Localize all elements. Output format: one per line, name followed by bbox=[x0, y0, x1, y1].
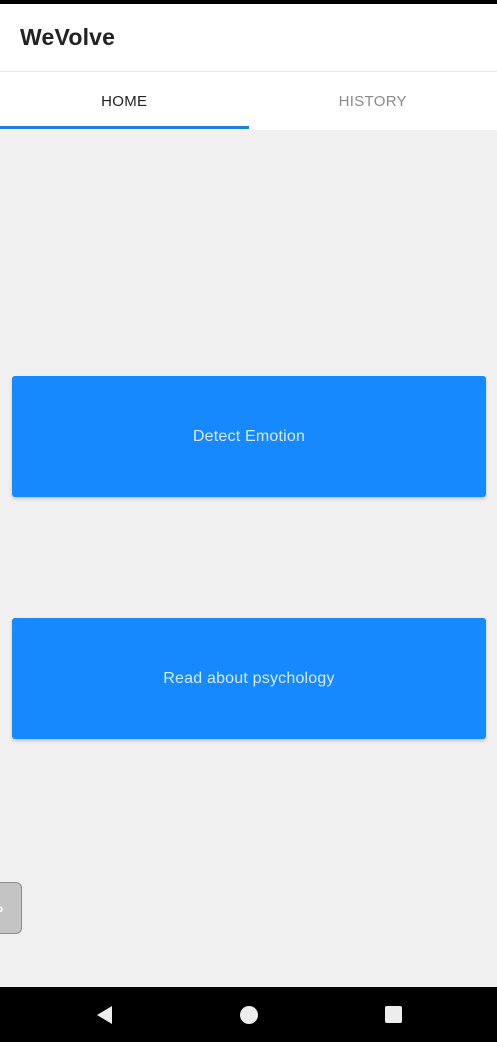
back-button[interactable] bbox=[74, 987, 134, 1042]
recent-square-icon bbox=[384, 1006, 402, 1023]
detect-emotion-button[interactable]: Detect Emotion bbox=[12, 376, 486, 497]
side-drawer-handle[interactable]: › bbox=[0, 882, 22, 934]
home-button[interactable] bbox=[219, 987, 279, 1042]
home-circle-icon bbox=[240, 1005, 258, 1024]
tab-history[interactable]: HISTORY bbox=[249, 72, 497, 130]
chevron-right-icon: › bbox=[0, 900, 4, 916]
system-navigation-bar bbox=[0, 987, 497, 1042]
tab-home[interactable]: HOME bbox=[0, 72, 249, 130]
tab-active-indicator bbox=[0, 126, 249, 129]
app-bar: WeVolve bbox=[0, 4, 497, 72]
app-title: WeVolve bbox=[20, 24, 116, 50]
home-content: Detect Emotion Read about psychology bbox=[0, 130, 497, 987]
read-psychology-button[interactable]: Read about psychology bbox=[12, 618, 486, 739]
recent-apps-button[interactable] bbox=[363, 987, 423, 1042]
back-triangle-icon bbox=[96, 1005, 112, 1024]
tab-bar: HOME HISTORY bbox=[0, 72, 497, 130]
